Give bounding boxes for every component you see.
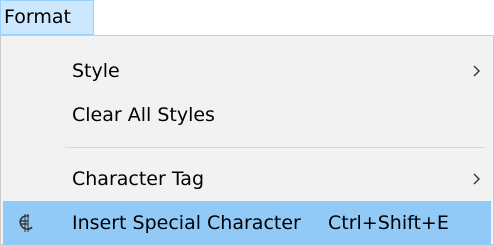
menu-item-label: Character Tag: [72, 168, 205, 190]
menu-separator: [65, 147, 485, 148]
menu-item-label: Style: [72, 60, 120, 82]
menu-item-insert-special-character[interactable]: Insert Special Character Ctrl+Shift+E: [3, 201, 491, 245]
menu-item-label: Insert Special Character: [72, 212, 301, 234]
special-character-icon: [19, 214, 33, 232]
menu-item-character-tag[interactable]: Character Tag: [3, 157, 491, 201]
page: Format Style Clear All Styles Character …: [0, 0, 494, 245]
menu-bar: Format: [0, 0, 494, 36]
format-menu[interactable]: Format: [0, 0, 94, 35]
chevron-right-icon: [473, 173, 480, 185]
menu-item-shortcut: Ctrl+Shift+E: [328, 212, 449, 234]
menu-item-label: Clear All Styles: [72, 104, 215, 126]
menu-item-clear-all-styles[interactable]: Clear All Styles: [3, 93, 491, 137]
menu-item-style[interactable]: Style: [3, 49, 491, 93]
format-dropdown-menu: Style Clear All Styles Character Tag Ins…: [0, 35, 494, 245]
chevron-right-icon: [473, 65, 480, 77]
